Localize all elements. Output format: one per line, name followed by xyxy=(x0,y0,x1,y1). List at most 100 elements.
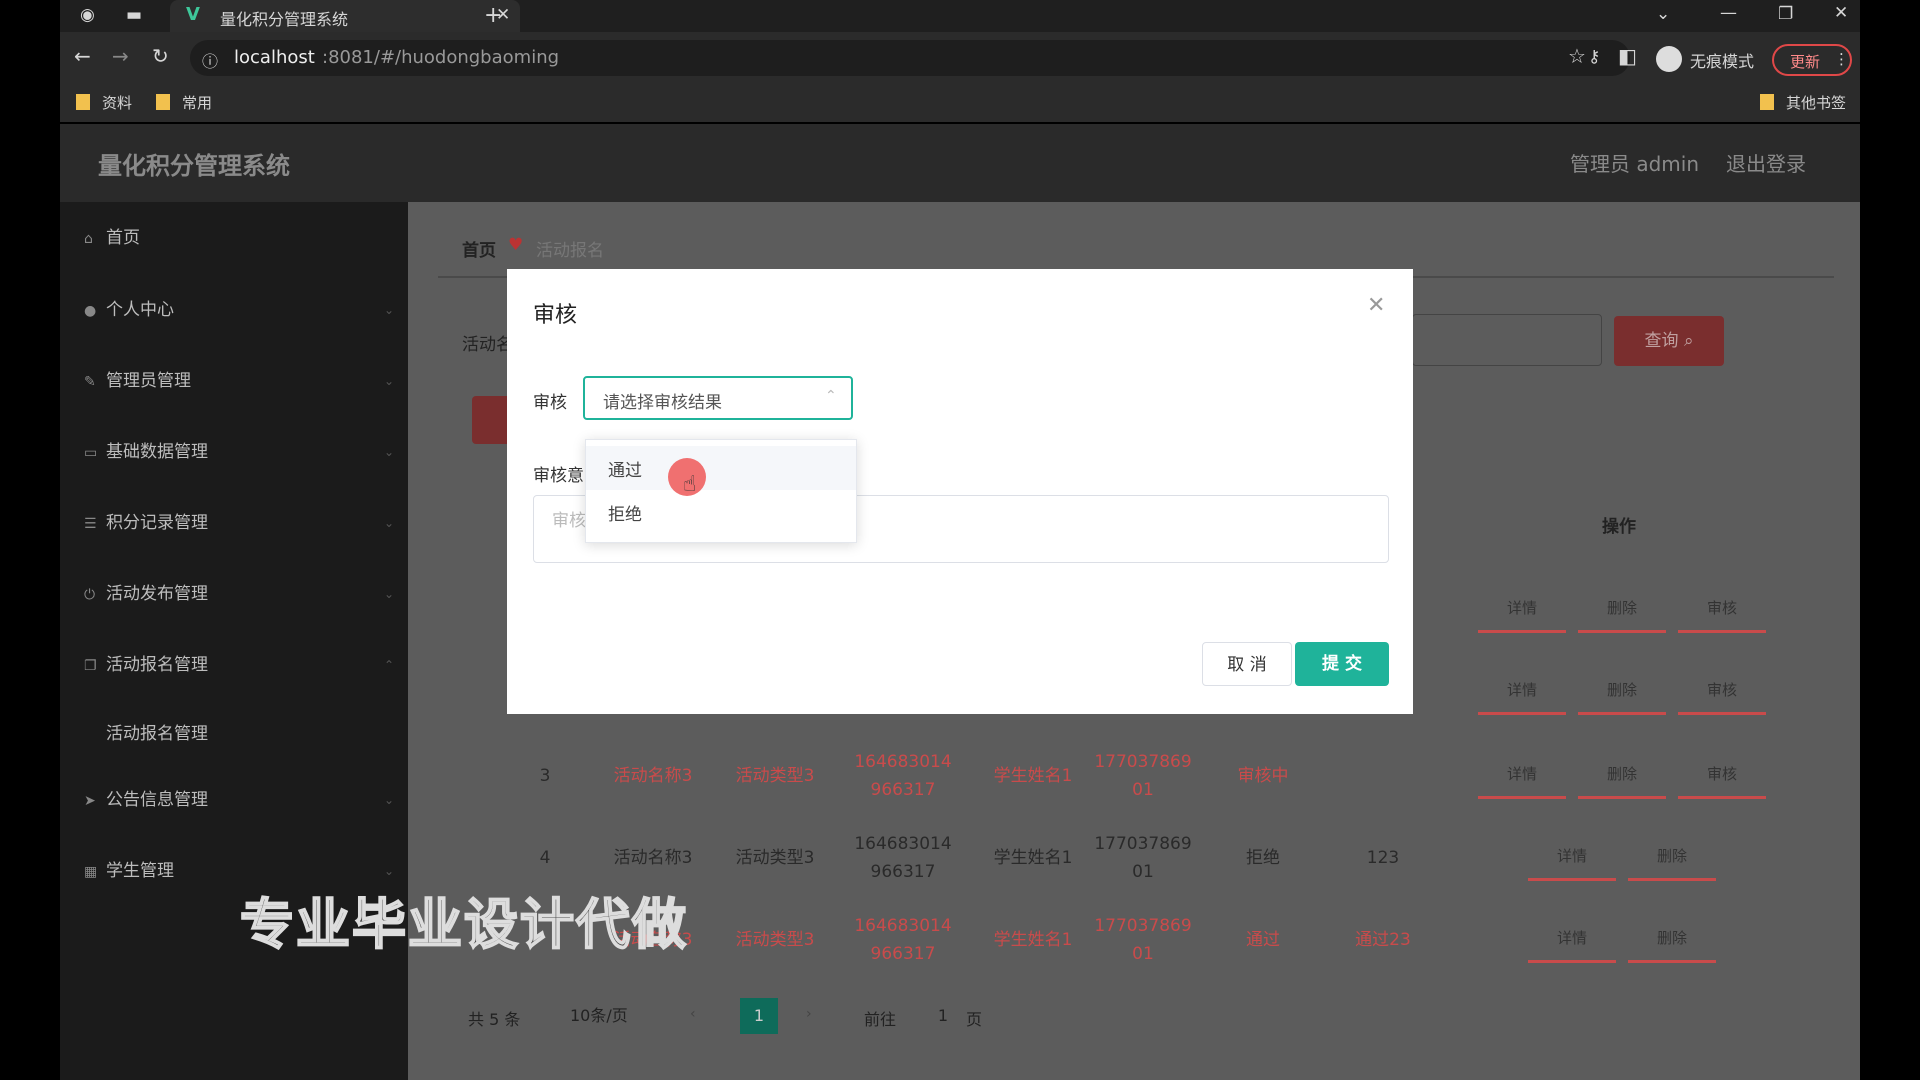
star-icon[interactable]: ☆ xyxy=(1568,44,1586,68)
record-id-line1: 164683014 xyxy=(854,752,952,772)
delete-button[interactable]: 删除 xyxy=(1578,590,1666,633)
new-tab-icon[interactable]: + xyxy=(484,3,502,28)
detail-button[interactable]: 详情 xyxy=(1478,672,1566,715)
delete-label: 删除 xyxy=(1656,847,1687,865)
other-bookmarks[interactable]: 其他书签 xyxy=(1786,92,1846,113)
sidebar-item-signup[interactable]: ❐ 活动报名管理 ⌃ xyxy=(84,645,404,685)
copy-icon: ❐ xyxy=(84,658,97,674)
tab-strip-icon[interactable]: ▬ xyxy=(126,5,142,25)
sidebar-item-publish[interactable]: ⏻ 活动发布管理 ⌄ xyxy=(84,574,404,614)
sidebar-item-admins[interactable]: ✎ 管理员管理 ⌄ xyxy=(84,361,404,401)
key-icon[interactable]: ⚷ xyxy=(1588,47,1600,67)
add-button[interactable] xyxy=(472,396,512,444)
sidebar-subitem-signup[interactable]: 活动报名管理 xyxy=(106,714,208,754)
browser-tab[interactable]: V 量化积分管理系统 ✕ xyxy=(170,0,520,32)
address-field[interactable]: ⓘ localhost :8081/#/huodongbaoming ⚷ xyxy=(190,40,1630,76)
page-number-current[interactable]: 1 xyxy=(740,998,778,1034)
next-page-icon[interactable]: › xyxy=(806,1006,812,1022)
review-button[interactable]: 审核 xyxy=(1678,756,1766,799)
search-input[interactable] xyxy=(1412,314,1602,366)
dropdown-option-pass[interactable]: 通过 xyxy=(608,456,642,481)
minimize-icon[interactable]: — xyxy=(1720,3,1737,23)
sidebar-item-label: 首页 xyxy=(106,228,140,248)
select-placeholder: 请选择审核结果 xyxy=(603,393,722,413)
goto-page-input[interactable]: 1 xyxy=(918,998,968,1034)
sidebar-item-notice[interactable]: ➤ 公告信息管理 ⌄ xyxy=(84,780,404,820)
vue-icon: V xyxy=(186,4,200,25)
submit-button[interactable]: 提 交 xyxy=(1295,642,1389,686)
sidebar-item-profile[interactable]: ● 个人中心 ⌄ xyxy=(84,290,404,330)
row-index: 3 xyxy=(539,766,551,786)
dropdown-option-reject[interactable]: 拒绝 xyxy=(608,500,642,525)
info-icon: ⓘ xyxy=(202,52,219,71)
detail-button[interactable]: 详情 xyxy=(1528,838,1616,881)
update-button[interactable]: 更新 ⋮ xyxy=(1772,44,1852,76)
review-remark: 123 xyxy=(1366,848,1400,868)
globe-icon[interactable]: ◉ xyxy=(80,5,95,25)
detail-label: 详情 xyxy=(1506,765,1537,783)
review-result-select[interactable]: 请选择审核结果 ⌃ xyxy=(583,376,853,420)
sidebar-item-points[interactable]: ☰ 积分记录管理 ⌄ xyxy=(84,503,404,543)
delete-button[interactable]: 删除 xyxy=(1628,838,1716,881)
sidebar-item-home[interactable]: ⌂ 首页 xyxy=(84,218,140,258)
breadcrumb-home[interactable]: 首页 xyxy=(462,236,496,261)
activity-name: 活动名称3 xyxy=(613,848,693,868)
activity-type: 活动类型3 xyxy=(735,848,815,868)
delete-button[interactable]: 删除 xyxy=(1578,672,1666,715)
url-host: localhost xyxy=(234,47,315,68)
chevron-down-icon: ⌄ xyxy=(384,374,395,388)
delete-button[interactable]: 删除 xyxy=(1578,756,1666,799)
more-icon: ⋮ xyxy=(1834,50,1849,68)
record-id: 164683014 966317 xyxy=(838,748,968,804)
prev-page-icon[interactable]: ‹ xyxy=(690,1006,696,1022)
logout-link[interactable]: 退出登录 xyxy=(1726,148,1806,177)
review-label: 审核 xyxy=(533,393,567,413)
close-icon[interactable]: ✕ xyxy=(1367,293,1385,318)
search-icon: ⌕ xyxy=(1683,331,1694,351)
phone-line2: 01 xyxy=(1132,862,1154,882)
bookmark-item[interactable]: 资料 xyxy=(102,92,132,113)
cancel-button[interactable]: 取 消 xyxy=(1202,642,1292,686)
record-id-line1: 164683014 xyxy=(854,916,952,936)
detail-button[interactable]: 详情 xyxy=(1528,920,1616,963)
sidepanel-icon[interactable]: ◧ xyxy=(1618,44,1637,68)
sidebar-item-label: 活动报名管理 xyxy=(106,724,208,744)
record-id: 164683014 966317 xyxy=(838,912,968,968)
sidebar-item-label: 管理员管理 xyxy=(106,371,191,391)
activity-type: 活动类型3 xyxy=(735,766,815,786)
delete-button[interactable]: 删除 xyxy=(1628,920,1716,963)
detail-label: 详情 xyxy=(1506,681,1537,699)
restore-icon[interactable]: ❐ xyxy=(1778,4,1793,24)
reload-icon[interactable]: ↻ xyxy=(152,44,169,68)
chevron-down-icon: ⌄ xyxy=(384,445,395,459)
phone: 177037869 01 xyxy=(1078,748,1208,804)
tab-title: 量化积分管理系统 xyxy=(220,10,349,29)
record-id-line2: 966317 xyxy=(870,862,936,882)
review-result-dropdown: 通过 拒绝 xyxy=(585,439,857,543)
forward-icon[interactable]: → xyxy=(112,44,129,68)
phone-line2: 01 xyxy=(1132,780,1154,800)
send-icon: ➤ xyxy=(84,793,96,809)
bookmark-item[interactable]: 常用 xyxy=(182,92,212,113)
sidebar-item-basedata[interactable]: ▭ 基础数据管理 ⌄ xyxy=(84,432,404,472)
back-icon[interactable]: ← xyxy=(74,44,91,68)
review-button[interactable]: 审核 xyxy=(1678,590,1766,633)
incognito-label: 无痕模式 xyxy=(1690,52,1755,71)
goto-suffix: 页 xyxy=(966,1010,983,1029)
tab-list-icon[interactable]: ⌄ xyxy=(1656,4,1670,24)
review-button[interactable]: 审核 xyxy=(1678,672,1766,715)
phone-line1: 177037869 xyxy=(1094,916,1192,936)
update-label: 更新 xyxy=(1790,53,1821,71)
browser-tab-bar: ◉ ▬ V 量化积分管理系统 ✕ + ⌄ — ❐ ✕ xyxy=(60,0,1860,32)
dialog-title: 审核 xyxy=(533,303,578,328)
close-window-icon[interactable]: ✕ xyxy=(1834,3,1848,23)
chevron-up-icon: ⌃ xyxy=(825,388,837,404)
search-button[interactable]: 查询 ⌕ xyxy=(1614,316,1724,366)
folder-icon xyxy=(1760,94,1774,110)
detail-button[interactable]: 详情 xyxy=(1478,590,1566,633)
sidebar-item-label: 活动报名管理 xyxy=(106,655,208,675)
home-icon: ⌂ xyxy=(84,231,93,247)
page-size-select[interactable]: 10条/页 xyxy=(564,998,680,1034)
sidebar-item-label: 公告信息管理 xyxy=(106,790,208,810)
detail-button[interactable]: 详情 xyxy=(1478,756,1566,799)
